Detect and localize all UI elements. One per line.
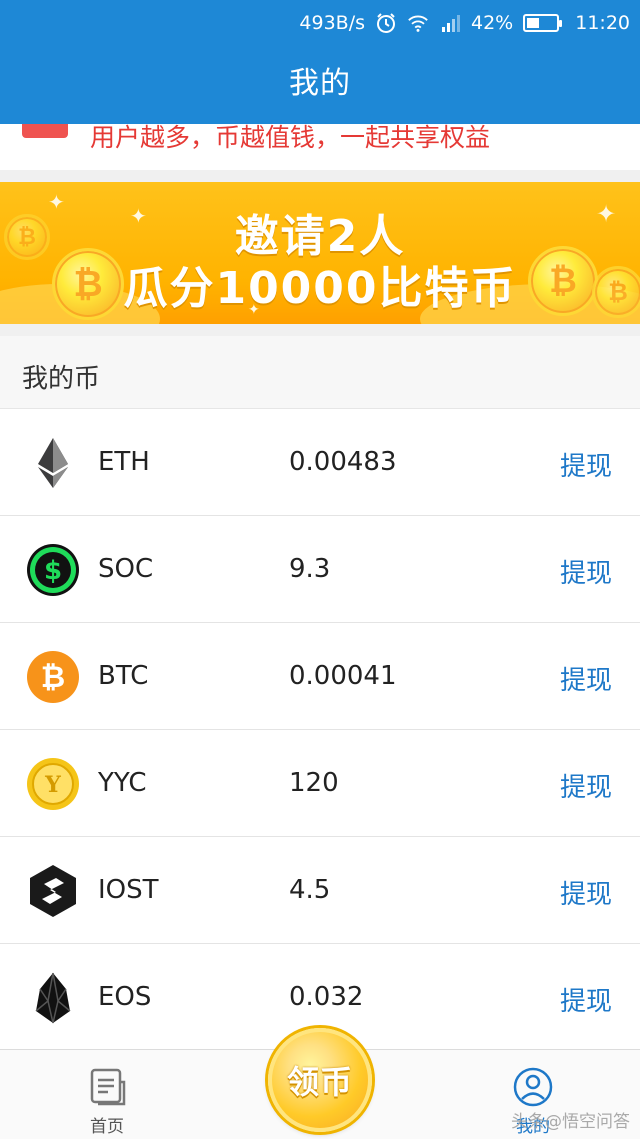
banner-subheadline: 瓜分10000比特币 bbox=[123, 263, 517, 314]
coin-row-eth[interactable]: ETH 0.00483 提现 bbox=[0, 409, 640, 516]
coin-amount: 0.032 bbox=[289, 982, 364, 1012]
nav-home[interactable]: 首页 bbox=[47, 1066, 167, 1137]
coin-amount: 120 bbox=[289, 768, 339, 798]
eos-icon bbox=[35, 972, 71, 1024]
svg-text:Y: Y bbox=[44, 772, 61, 798]
page-title: 我的 bbox=[289, 66, 351, 101]
promo-tag-icon bbox=[22, 124, 68, 138]
coin-amount: 9.3 bbox=[289, 554, 331, 584]
yyc-icon: Y bbox=[27, 758, 79, 810]
withdraw-button[interactable]: 提现 bbox=[560, 981, 612, 1018]
coin-row-btc[interactable]: ₿ BTC 0.00041 提现 bbox=[0, 623, 640, 730]
divider bbox=[0, 324, 640, 336]
battery-percent: 42% bbox=[471, 12, 514, 34]
claim-coin-button[interactable]: 领币 bbox=[268, 1028, 372, 1132]
status-bar: 493B/s 42% 11:20 bbox=[299, 8, 630, 38]
claim-coin-label: 领币 bbox=[286, 1063, 353, 1101]
promo-notice[interactable]: 用户越多，币越值钱，一起共享权益 bbox=[0, 124, 640, 170]
net-speed: 493B/s bbox=[299, 12, 365, 34]
soc-icon: $ bbox=[27, 544, 79, 596]
svg-text:₿: ₿ bbox=[41, 660, 65, 695]
watermark: 头条@悟空问答 bbox=[511, 1112, 630, 1132]
battery-icon bbox=[523, 14, 563, 32]
withdraw-button[interactable]: 提现 bbox=[560, 874, 612, 911]
section-title: 我的币 bbox=[22, 364, 101, 394]
user-profile-icon bbox=[513, 1067, 553, 1107]
coin-row-iost[interactable]: IOST 4.5 提现 bbox=[0, 837, 640, 944]
signal-icon bbox=[439, 12, 461, 34]
coin-list: ETH 0.00483 提现 $ SOC 9.3 提现 ₿ BTC 0.0004… bbox=[0, 409, 640, 1051]
alarm-icon bbox=[375, 12, 397, 34]
divider bbox=[0, 170, 640, 182]
coin-row-yyc[interactable]: Y YYC 120 提现 bbox=[0, 730, 640, 837]
wifi-icon bbox=[407, 12, 429, 34]
coin-row-soc[interactable]: $ SOC 9.3 提现 bbox=[0, 516, 640, 623]
coin-amount: 4.5 bbox=[289, 875, 331, 905]
coin-amount: 0.00041 bbox=[289, 661, 397, 691]
coin-amount: 0.00483 bbox=[289, 447, 397, 477]
coin-symbol: IOST bbox=[98, 875, 159, 905]
withdraw-button[interactable]: 提现 bbox=[560, 660, 612, 697]
app-header: 493B/s 42% 11:20 我的 bbox=[0, 0, 640, 124]
coin-symbol: BTC bbox=[98, 661, 149, 691]
clock: 11:20 bbox=[575, 12, 630, 34]
eth-icon bbox=[38, 438, 68, 488]
battery-fill bbox=[527, 18, 540, 28]
withdraw-button[interactable]: 提现 bbox=[560, 767, 612, 804]
coin-symbol: YYC bbox=[98, 768, 147, 798]
withdraw-button[interactable]: 提现 bbox=[560, 446, 612, 483]
coin-symbol: EOS bbox=[98, 982, 152, 1012]
withdraw-button[interactable]: 提现 bbox=[560, 553, 612, 590]
section-header: 我的币 bbox=[0, 336, 640, 409]
svg-text:$: $ bbox=[44, 556, 62, 586]
nav-home-label: 首页 bbox=[90, 1117, 124, 1137]
invite-banner[interactable]: ₿ ₿ ₿ ₿ ✦ ✦ ✦ ✦ 邀请2人 瓜分10000比特币 bbox=[0, 182, 640, 324]
promo-text: 用户越多，币越值钱，一起共享权益 bbox=[90, 124, 491, 152]
btc-icon: ₿ bbox=[27, 651, 79, 703]
iost-icon bbox=[30, 865, 76, 917]
coin-symbol: SOC bbox=[98, 554, 154, 584]
coin-symbol: ETH bbox=[98, 447, 150, 477]
document-icon bbox=[90, 1068, 126, 1106]
